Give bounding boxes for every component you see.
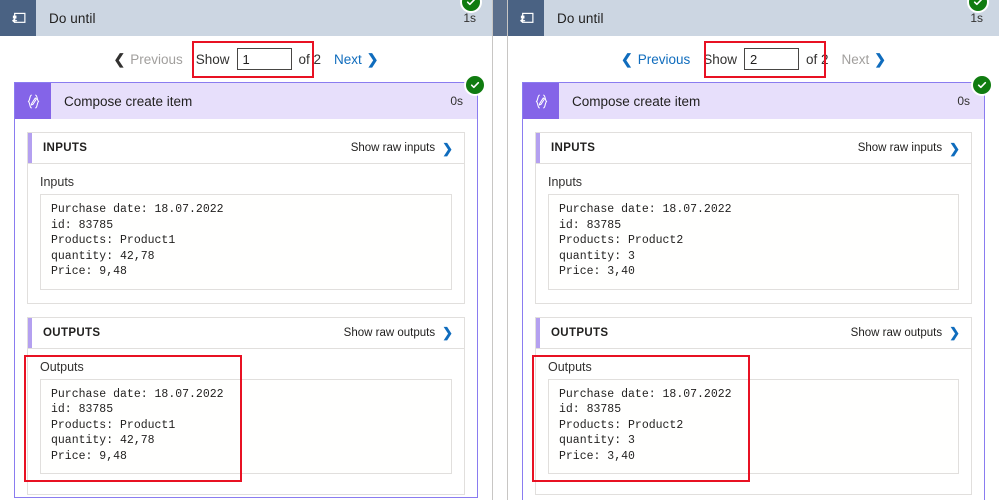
inputs-sub-label: Inputs — [40, 175, 75, 189]
next-label: Next — [841, 51, 870, 67]
card-title: Compose create item — [64, 93, 193, 109]
previous-label: Previous — [130, 51, 183, 67]
panel-divider — [492, 0, 508, 500]
page-total-label: of 2 — [806, 51, 829, 67]
show-raw-outputs-link[interactable]: Show raw outputs ❯ — [851, 326, 971, 339]
run-history-comparison: Do until 1s ❮ Previous Show of 2 Next — [0, 0, 999, 500]
outputs-sub-label: Outputs — [548, 359, 592, 374]
scope-title: Do until — [49, 10, 96, 26]
outputs-body: Outputs Purchase date: 18.07.2022 id: 83… — [28, 349, 464, 495]
inputs-section: INPUTS Show raw inputs ❯ Inputs Purchase… — [27, 132, 465, 304]
outputs-header-label: OUTPUTS — [551, 326, 609, 339]
card-duration: 0s — [957, 94, 970, 108]
scope-duration: 1s — [970, 11, 983, 25]
chevron-right-icon: ❯ — [949, 140, 960, 156]
outputs-header: OUTPUTS Show raw outputs ❯ — [28, 317, 464, 349]
chevron-right-icon: ❯ — [366, 51, 379, 67]
run-panel-left: Do until 1s ❮ Previous Show of 2 Next — [0, 0, 492, 500]
outputs-body: Outputs Purchase date: 18.07.2022 id: 83… — [536, 349, 971, 495]
do-until-loop-icon — [0, 0, 36, 36]
inputs-code-block: Purchase date: 18.07.2022 id: 83785 Prod… — [548, 194, 959, 290]
page-selector: Show of 2 — [697, 48, 834, 70]
show-raw-outputs-label: Show raw outputs — [850, 326, 943, 339]
outputs-header: OUTPUTS Show raw outputs ❯ — [536, 317, 971, 349]
scope-title: Do until — [557, 10, 604, 26]
scope-header-do-until: Do until 1s — [508, 0, 999, 36]
inputs-code-block: Purchase date: 18.07.2022 id: 83785 Prod… — [40, 194, 452, 290]
show-raw-inputs-link[interactable]: Show raw inputs ❯ — [858, 142, 971, 155]
compose-action-card[interactable]: Compose create item 0s INPUTS Show raw i… — [522, 74, 993, 500]
chevron-left-icon: ❮ — [620, 51, 633, 67]
page-selector: Show of 2 — [190, 48, 327, 70]
inputs-header-label: INPUTS — [43, 142, 88, 154]
show-raw-inputs-link[interactable]: Show raw inputs ❯ — [351, 142, 464, 155]
chevron-right-icon: ❯ — [874, 51, 887, 67]
pagination-row: ❮ Previous Show of 2 Next ❯ — [0, 36, 492, 82]
card-title: Compose create item — [572, 93, 701, 109]
pagination-control: ❮ Previous Show of 2 Next ❯ — [614, 48, 893, 70]
card-header[interactable]: Compose create item 0s — [15, 83, 477, 119]
show-label: Show — [703, 51, 737, 67]
compose-action-card[interactable]: Compose create item 0s INPUTS Show raw i… — [14, 74, 486, 500]
inputs-sub-label: Inputs — [548, 175, 583, 189]
pagination-control: ❮ Previous Show of 2 Next ❯ — [106, 48, 385, 70]
show-raw-inputs-label: Show raw inputs — [350, 142, 436, 154]
next-label: Next — [334, 51, 362, 67]
do-until-loop-icon — [508, 0, 544, 36]
run-panel-right: Do until 1s ❮ Previous Show of 2 Next — [508, 0, 999, 500]
show-raw-outputs-label: Show raw outputs — [343, 326, 436, 339]
card-header[interactable]: Compose create item 0s — [523, 83, 984, 119]
card-status-badge — [464, 74, 486, 96]
previous-label: Previous — [637, 51, 691, 67]
divider-top-bar — [493, 0, 507, 36]
show-label: Show — [195, 51, 230, 67]
inputs-header: INPUTS Show raw inputs ❯ — [536, 133, 971, 164]
page-total-label: of 2 — [298, 51, 322, 67]
outputs-section: OUTPUTS Show raw outputs ❯ Outputs Purch… — [535, 316, 972, 495]
outputs-header-label: OUTPUTS — [43, 326, 101, 339]
compose-braces-pencil-icon — [15, 83, 51, 119]
inputs-header: INPUTS Show raw inputs ❯ — [28, 133, 464, 164]
card-body: INPUTS Show raw inputs ❯ Inputs Purchase… — [15, 119, 477, 500]
previous-button[interactable]: ❮ Previous — [614, 52, 697, 67]
chevron-right-icon: ❯ — [442, 325, 453, 340]
outputs-sub-label: Outputs — [40, 359, 84, 374]
inputs-section: INPUTS Show raw inputs ❯ Inputs Purchase… — [535, 132, 972, 304]
next-button[interactable]: Next ❯ — [327, 52, 386, 67]
inputs-body: Inputs Purchase date: 18.07.2022 id: 837… — [536, 164, 971, 303]
card-duration: 0s — [450, 94, 463, 108]
next-button[interactable]: Next ❯ — [835, 52, 894, 67]
chevron-left-icon: ❮ — [113, 51, 126, 67]
inputs-header-label: INPUTS — [551, 142, 596, 154]
outputs-section: OUTPUTS Show raw outputs ❯ Outputs Purch… — [27, 316, 465, 495]
chevron-right-icon: ❯ — [442, 140, 453, 156]
outputs-code-block: Purchase date: 18.07.2022 id: 83785 Prod… — [40, 378, 452, 474]
chevron-right-icon: ❯ — [949, 325, 960, 340]
card-body: INPUTS Show raw inputs ❯ Inputs Purchase… — [523, 119, 984, 500]
previous-button[interactable]: ❮ Previous — [106, 52, 189, 67]
inputs-body: Inputs Purchase date: 18.07.2022 id: 837… — [28, 164, 464, 303]
outputs-code-block: Purchase date: 18.07.2022 id: 83785 Prod… — [548, 378, 959, 474]
page-number-input[interactable] — [236, 48, 292, 70]
page-number-input[interactable] — [744, 48, 799, 70]
compose-braces-pencil-icon — [523, 83, 559, 119]
card-status-badge — [971, 74, 993, 96]
show-raw-inputs-label: Show raw inputs — [857, 142, 943, 154]
show-raw-outputs-link[interactable]: Show raw outputs ❯ — [344, 326, 464, 339]
pagination-row: ❮ Previous Show of 2 Next ❯ — [508, 36, 999, 82]
scope-header-do-until: Do until 1s — [0, 0, 492, 36]
scope-duration: 1s — [463, 11, 476, 25]
